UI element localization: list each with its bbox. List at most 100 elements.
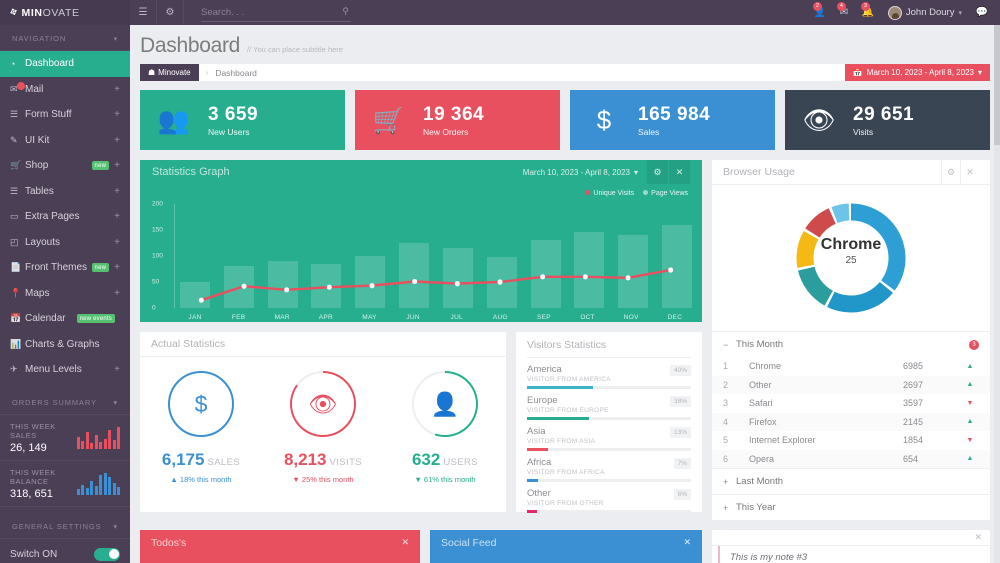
chart-legend: Unique Visits Page Views [585,190,688,197]
users-icon: 👥 [157,105,191,135]
browser-usage-accordion: − This Month 3 1 Chrome 6985 ▲ 2 Other 2697 ▲ 3 Safa… [712,331,990,520]
region-name: Asia [527,425,546,437]
expand-plus-icon[interactable]: + [114,160,120,171]
sidebar-item-layouts[interactable]: ◰ Layouts + [0,230,130,256]
region-progress-bar [527,385,691,389]
map-pin-icon: 📍 [10,287,22,298]
menu-toggle-button[interactable]: ☰ [130,0,157,25]
expand-plus-icon[interactable]: + [114,211,120,222]
sidebar-item-front-themes[interactable]: 📄 Front Themes new + [0,255,130,281]
notification-badge: 2 [812,2,822,11]
user-alert-icon[interactable]: 👤 2 [808,0,832,25]
expand-plus-icon[interactable]: + [114,84,120,95]
y-tick-label: 0 [152,304,156,312]
kpi-card-sales[interactable]: $165 984 Sales [570,90,775,150]
mail-icon[interactable]: ✉ 4 [832,0,856,25]
toggle-on[interactable] [94,547,120,561]
plane-icon: ✈ [10,364,18,375]
x-tick-label: SEP [537,314,551,321]
row-visits: 3597 [903,398,924,409]
sidebar-item-tag: new [91,161,110,171]
dashboard-app: ✥ MINOVATE NAVIGATION ▾ ◔ Dashboard ✉ Mail +… [0,0,1000,563]
row-visits: 654 [903,453,919,464]
table-row[interactable]: 2 Other 2697 ▲ [712,375,990,394]
gear-icon[interactable]: ⚙ [157,0,184,25]
chevron-down-icon: ▾ [958,9,962,17]
sidebar-item-tables[interactable]: ☰ Tables + [0,179,130,205]
accordion-last-month[interactable]: + Last Month [712,468,990,494]
brand-logo[interactable]: ✥ MINOVATE [0,0,130,25]
table-row[interactable]: 1 Chrome 6985 ▲ [712,357,990,376]
region-desc: VISITOR FROM AMERICA [527,375,611,383]
close-icon[interactable]: ✕ [683,537,691,548]
todos-title: Todos's [151,536,187,549]
gear-icon[interactable]: ⚙ [647,160,668,184]
sidebar-item-form-stuff[interactable]: ☰ Form Stuff + [0,102,130,128]
note-item[interactable]: This is my note #3 [712,546,990,563]
x-tick-label: JUN [406,314,420,321]
chevron-down-icon[interactable]: ▾ [113,522,118,531]
row-visits: 2145 [903,416,924,427]
accordion-this-month[interactable]: − This Month 3 [712,331,990,357]
progress-ring: 👤 [412,371,478,437]
trend-up-icon: ▲ [966,418,974,426]
kpi-card-new-orders[interactable]: 🛒 19 364 New Orders [355,90,560,150]
sidebar-item-charts-graphs[interactable]: 📊 Charts & Graphs [0,332,130,358]
kpi-value: 3 659 [208,103,259,125]
accordion-this-year[interactable]: + This Year [712,494,990,520]
table-row[interactable]: 4 Firefox 2145 ▲ [712,412,990,431]
sidebar-item-label: Extra Pages [25,211,80,223]
search-input[interactable] [201,3,351,22]
expand-plus-icon[interactable]: + [114,364,120,375]
kpi-card-new-users[interactable]: 👥 3 659 New Users [140,90,345,150]
breadcrumb-home[interactable]: ☗ Minovate [140,64,199,81]
sidebar-item-extra-pages[interactable]: ▭ Extra Pages + [0,204,130,230]
topbar-right: 👤 2 ✉ 4 🔔 3 John Doury ▾ 💬 [808,0,1000,25]
x-tick-label: JAN [188,314,202,321]
close-icon[interactable]: ✕ [669,160,690,184]
expand-plus-icon[interactable]: + [114,109,120,120]
expand-plus-icon[interactable]: + [114,186,120,197]
sidebar-item-calendar[interactable]: 📅 Calendar new events [0,306,130,332]
statistics-graph-header: Statistics Graph March 10, 2023 - April … [140,160,702,184]
user-menu[interactable]: John Doury ▾ [882,5,968,20]
todos-header: Todos's ✕ [140,530,420,555]
stat-unit: USERS [443,457,479,468]
expand-plus-icon[interactable]: + [114,135,120,146]
stat-value: 632 USERS [411,450,479,469]
table-row[interactable]: 3 Safari 3597 ▼ [712,394,990,413]
bell-icon[interactable]: 🔔 3 [856,0,880,25]
y-axis [174,204,175,308]
visitors-statistics-card: Visitors Statistics America VISITOR FROM … [516,332,702,513]
expand-plus-icon[interactable]: + [114,262,120,273]
accordion-label: This Month [736,339,783,350]
expand-plus-icon[interactable]: + [114,288,120,299]
chevron-down-icon[interactable]: ▾ [113,398,118,407]
page-subtitle: // You can place subtitle here [247,45,343,54]
page-scrollbar[interactable] [994,25,1000,563]
chat-icon[interactable]: 💬 [970,0,994,25]
sidebar-item-ui-kit[interactable]: ✎ UI Kit + [0,128,130,154]
close-icon[interactable]: ✕ [960,159,979,185]
sidebar-item-shop[interactable]: 🛒 Shop new + [0,153,130,179]
table-row[interactable]: 6 Opera 654 ▲ [712,449,990,468]
search-icon[interactable]: ⚲ [342,6,349,17]
close-icon[interactable]: ✕ [974,532,982,543]
x-tick-label: AUG [492,314,508,321]
table-row[interactable]: 5 Internet Explorer 1854 ▼ [712,431,990,450]
chart-date-range[interactable]: March 10, 2023 - April 8, 2023 ▾ [514,160,647,184]
calendar-icon: 📅 [852,68,863,77]
kpi-label: New Orders [423,126,469,137]
date-range-picker[interactable]: 📅 March 10, 2023 - April 8, 2023 ▾ [844,64,990,81]
sidebar-item-menu-levels[interactable]: ✈ Menu Levels + [0,357,130,383]
sidebar-item-mail[interactable]: ✉ Mail + [0,77,130,103]
expand-plus-icon[interactable]: + [114,237,120,248]
chevron-down-icon[interactable]: ▾ [114,35,118,43]
kpi-card-visits[interactable]: 👁 29 651 Visits [785,90,990,150]
gear-icon[interactable]: ⚙ [941,159,960,185]
close-icon[interactable]: ✕ [401,537,409,548]
accordion-label: This Year [736,502,776,513]
sidebar-item-dashboard[interactable]: ◔ Dashboard [0,51,130,77]
right-column: Browser Usage ⚙ ✕ Chrome 25 − This Month 3 1… [712,159,990,520]
sidebar-item-maps[interactable]: 📍 Maps + [0,281,130,307]
